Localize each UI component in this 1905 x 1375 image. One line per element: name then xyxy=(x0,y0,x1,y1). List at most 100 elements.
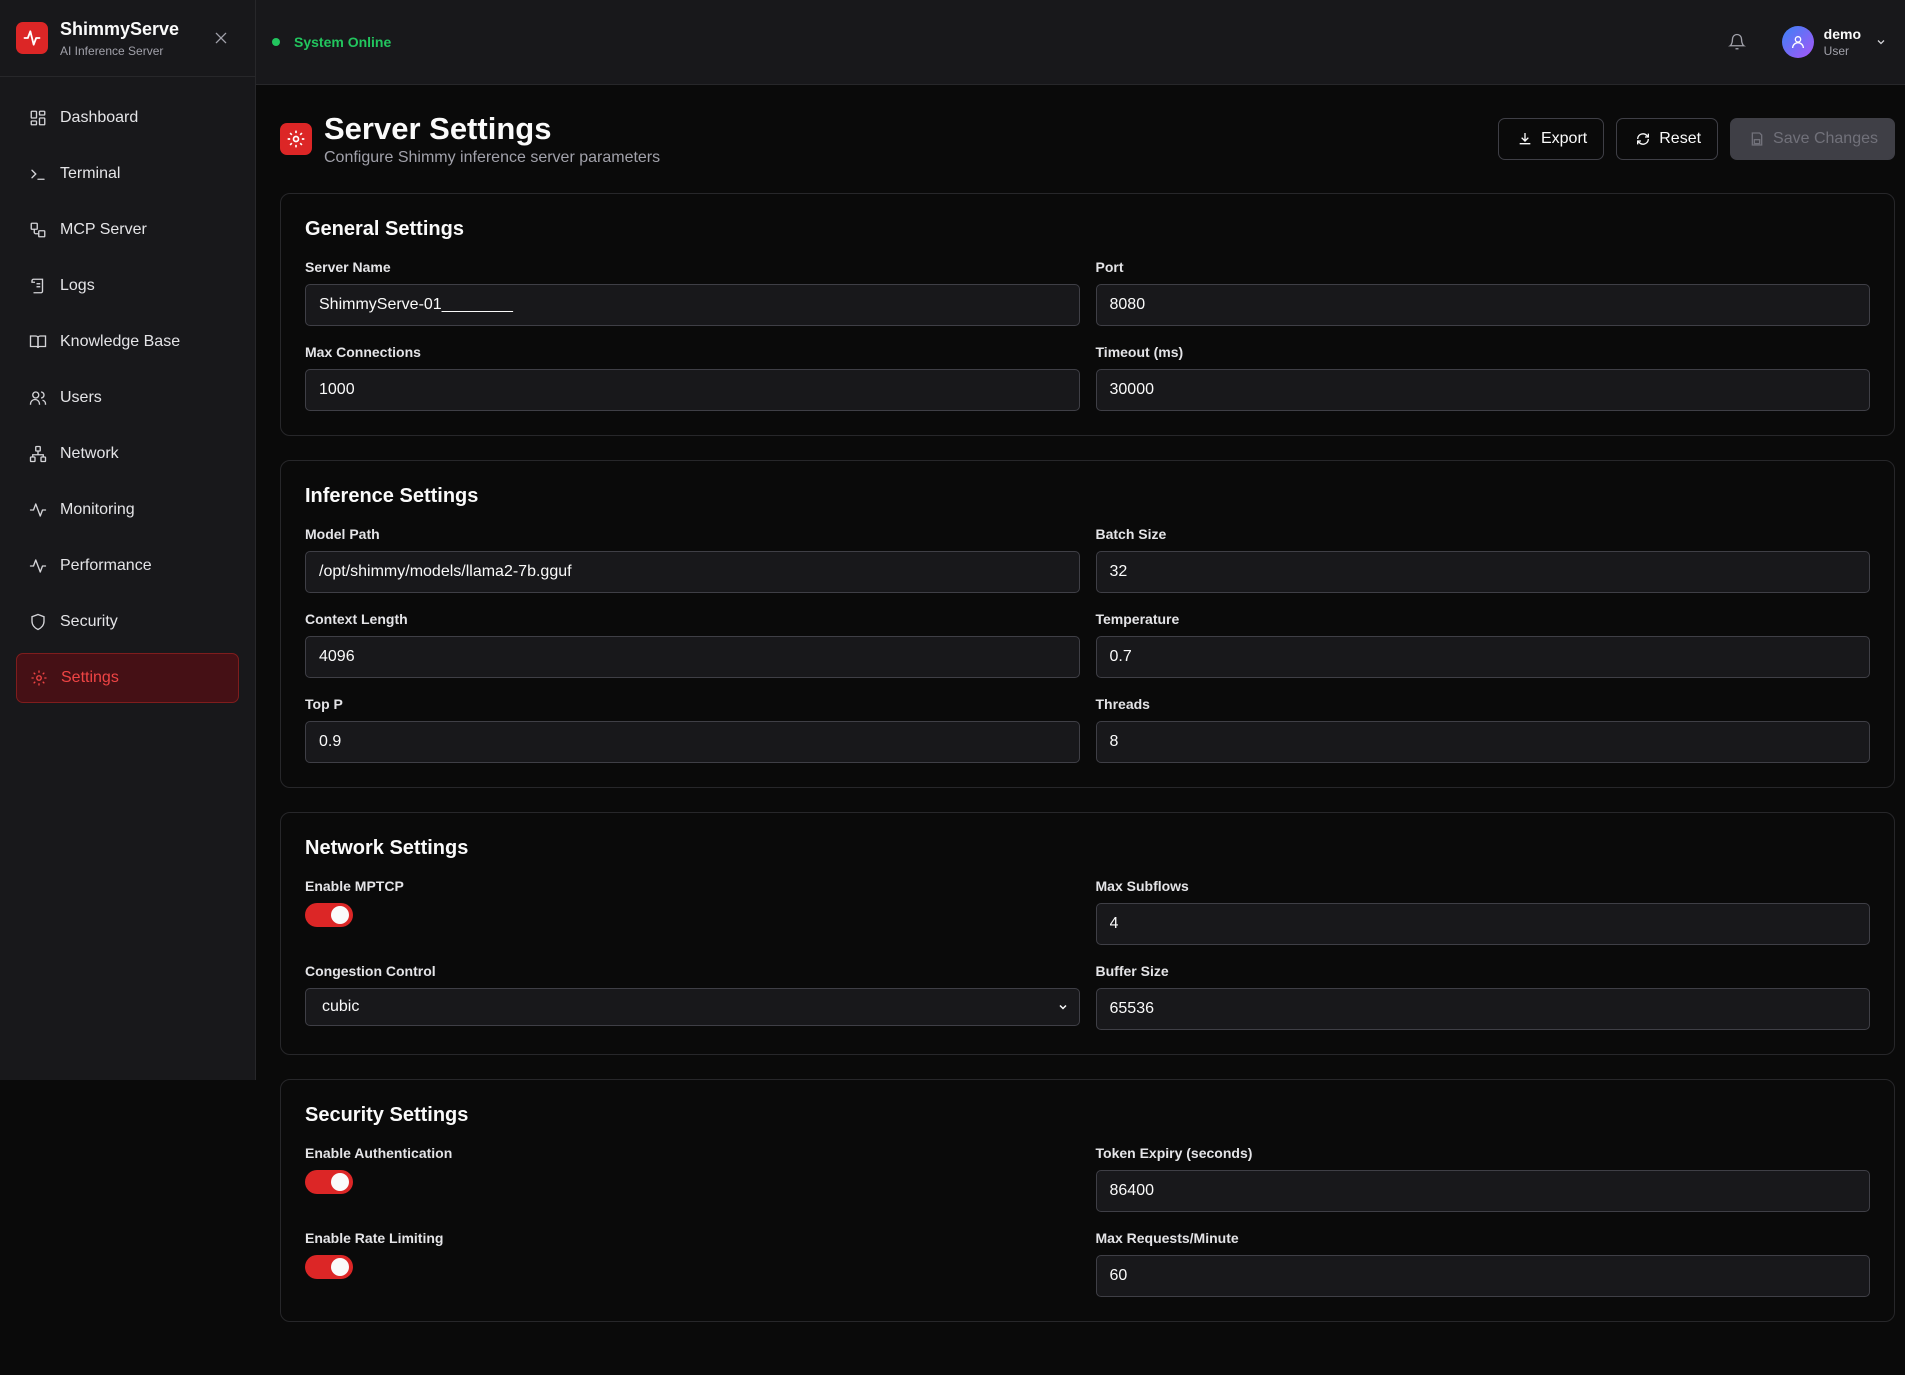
sidebar-item-network[interactable]: Network xyxy=(16,429,239,479)
sidebar-item-label: Dashboard xyxy=(60,109,139,126)
port-label: Port xyxy=(1095,259,1124,275)
sidebar-item-mcp-server[interactable]: MCP Server xyxy=(16,205,239,255)
congestion-control-select[interactable]: cubic xyxy=(305,988,1080,1026)
reset-label: Reset xyxy=(1659,130,1702,147)
reset-button[interactable]: Reset xyxy=(1616,118,1719,160)
token-expiry-input[interactable] xyxy=(1095,1170,1870,1212)
batch-size-label: Batch Size xyxy=(1095,526,1167,542)
sidebar-item-settings[interactable]: Settings xyxy=(16,653,239,703)
context-length-label: Context Length xyxy=(305,611,408,627)
enable-authentication-toggle[interactable] xyxy=(305,1170,353,1194)
page-header: Server Settings Configure Shimmy inferen… xyxy=(280,85,1895,193)
bell-icon[interactable] xyxy=(1726,31,1748,53)
sidebar-item-label: MCP Server xyxy=(60,221,147,238)
activity-icon xyxy=(28,556,48,576)
save-label: Save Changes xyxy=(1773,130,1878,147)
max-subflows-input[interactable] xyxy=(1095,903,1870,945)
enable-authentication-label: Enable Authentication xyxy=(305,1145,453,1161)
mcp-server-icon xyxy=(28,220,48,240)
save-changes-button[interactable]: Save Changes xyxy=(1730,118,1895,160)
refresh-icon xyxy=(1637,133,1650,145)
top-p-input[interactable] xyxy=(305,721,1080,763)
general-settings-card: General Settings Server Name Port Max Co… xyxy=(280,193,1895,436)
gear-icon xyxy=(280,123,312,155)
max-connections-input[interactable] xyxy=(305,369,1080,411)
sidebar-item-label: Users xyxy=(60,389,102,406)
enable-rate-limiting-toggle[interactable] xyxy=(305,1255,353,1279)
timeout-label: Timeout (ms) xyxy=(1095,344,1184,360)
status-indicator xyxy=(272,38,280,46)
page-actions: Export Reset Save Changes xyxy=(1486,118,1895,160)
sidebar-item-label: Network xyxy=(60,445,119,462)
max-connections-label: Max Connections xyxy=(305,344,421,360)
sidebar-item-terminal[interactable]: Terminal xyxy=(16,149,239,199)
app-name: ShimmyServe xyxy=(60,18,180,39)
inference-settings-title: Inference Settings xyxy=(305,485,479,507)
general-settings-title: General Settings xyxy=(305,218,464,240)
sidebar-item-monitoring[interactable]: Monitoring xyxy=(16,485,239,535)
batch-size-input[interactable] xyxy=(1095,551,1870,593)
sidebar-item-label: Terminal xyxy=(60,165,121,182)
network-settings-card: Network Settings Enable MPTCP Max Subflo… xyxy=(280,812,1895,1055)
sidebar-item-knowledge-base[interactable]: Knowledge Base xyxy=(16,317,239,367)
close-icon[interactable] xyxy=(211,28,231,48)
sidebar-item-label: Performance xyxy=(60,557,152,574)
port-input[interactable] xyxy=(1095,284,1870,326)
enable-rate-limiting-label: Enable Rate Limiting xyxy=(305,1230,444,1246)
inference-settings-card: Inference Settings Model Path Batch Size… xyxy=(280,460,1895,788)
temperature-input[interactable] xyxy=(1095,636,1870,678)
dashboard-icon xyxy=(28,108,48,128)
threads-input[interactable] xyxy=(1095,721,1870,763)
main-content: Server Settings Configure Shimmy inferen… xyxy=(280,85,1895,1375)
sidebar-item-label: Security xyxy=(60,613,118,630)
gear-icon xyxy=(29,668,49,688)
chevron-down-icon xyxy=(1058,1004,1067,1010)
avatar[interactable] xyxy=(1781,26,1814,58)
max-subflows-label: Max Subflows xyxy=(1095,878,1189,894)
page-subtitle: Configure Shimmy inference server parame… xyxy=(324,149,661,166)
download-icon xyxy=(1519,133,1531,145)
users-icon xyxy=(28,388,48,408)
save-icon xyxy=(1751,132,1763,146)
top-bar: System Online demo User xyxy=(256,0,1905,85)
server-name-input[interactable] xyxy=(305,284,1080,326)
timeout-input[interactable] xyxy=(1095,369,1870,411)
network-settings-title: Network Settings xyxy=(305,837,469,859)
logs-icon xyxy=(28,276,48,296)
enable-mptcp-label: Enable MPTCP xyxy=(305,878,404,894)
context-length-input[interactable] xyxy=(305,636,1080,678)
max-requests-input[interactable] xyxy=(1095,1255,1870,1297)
brand-logo xyxy=(16,22,48,54)
congestion-control-value: cubic xyxy=(322,998,360,1015)
congestion-control-label: Congestion Control xyxy=(305,963,436,979)
buffer-size-label: Buffer Size xyxy=(1095,963,1169,979)
sidebar-item-label: Logs xyxy=(60,277,95,294)
top-p-label: Top P xyxy=(305,696,343,712)
enable-mptcp-toggle[interactable] xyxy=(305,903,353,927)
token-expiry-label: Token Expiry (seconds) xyxy=(1095,1145,1253,1161)
terminal-icon xyxy=(28,164,48,184)
threads-label: Threads xyxy=(1095,696,1150,712)
sidebar-item-label: Settings xyxy=(61,669,119,686)
sidebar-item-logs[interactable]: Logs xyxy=(16,261,239,311)
model-path-label: Model Path xyxy=(305,526,380,542)
temperature-label: Temperature xyxy=(1095,611,1180,627)
server-name-label: Server Name xyxy=(305,259,391,275)
sidebar-item-label: Monitoring xyxy=(60,501,135,518)
sidebar-item-security[interactable]: Security xyxy=(16,597,239,647)
network-icon xyxy=(28,444,48,464)
sidebar: ShimmyServe AI Inference Server Dashboar… xyxy=(0,0,256,1080)
sidebar-item-dashboard[interactable]: Dashboard xyxy=(16,93,239,143)
book-icon xyxy=(28,332,48,352)
shield-icon xyxy=(28,612,48,632)
app-subtitle: AI Inference Server xyxy=(60,43,164,58)
sidebar-item-label: Knowledge Base xyxy=(60,333,181,350)
sidebar-nav: Dashboard Terminal MCP Server Logs Knowl… xyxy=(0,77,255,703)
user-menu[interactable]: demo User xyxy=(1824,26,1861,58)
chevron-down-icon[interactable] xyxy=(1875,35,1889,49)
buffer-size-input[interactable] xyxy=(1095,988,1870,1030)
sidebar-item-users[interactable]: Users xyxy=(16,373,239,423)
model-path-input[interactable] xyxy=(305,551,1080,593)
export-button[interactable]: Export xyxy=(1497,118,1605,160)
sidebar-item-performance[interactable]: Performance xyxy=(16,541,239,591)
